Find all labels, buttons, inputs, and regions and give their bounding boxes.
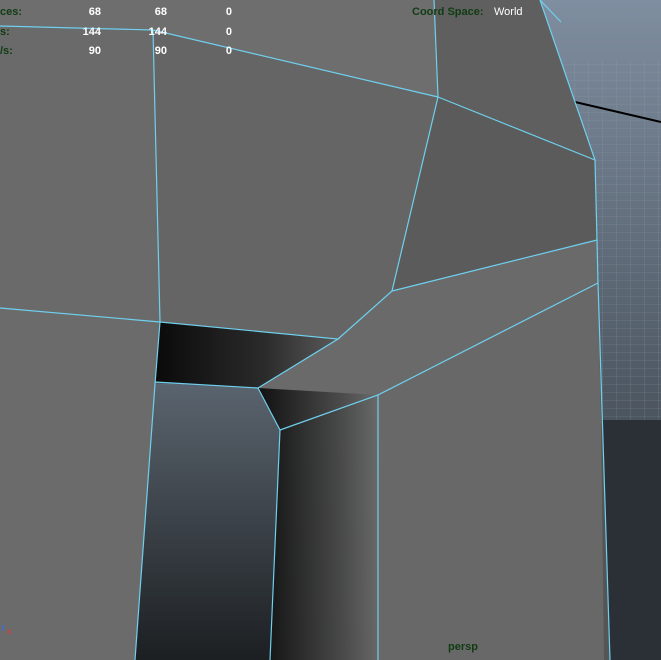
hud-stat-value: 144	[148, 26, 167, 38]
coord-space-label: Coord Space:	[412, 6, 484, 18]
hud-stat-value: 0	[225, 45, 232, 57]
face-lower-left-gap	[135, 384, 280, 660]
axis-z-label: z	[1, 623, 5, 632]
face-left-lower	[0, 308, 160, 660]
maya-perspective-viewport[interactable]: ces: 68 68 0 s: 144 144 0 /s: 90 90 0 Co…	[0, 0, 661, 660]
hud-stat-label: /s:	[0, 45, 13, 57]
coord-space-value: World	[494, 6, 523, 18]
hud-stat-value: 144	[82, 26, 101, 38]
hud-stat-value: 90	[88, 45, 101, 57]
hud-stat-value: 68	[88, 6, 101, 18]
camera-name-label: persp	[448, 641, 478, 653]
view-axis-icon: z x	[1, 623, 11, 636]
mesh-scene[interactable]	[0, 0, 661, 660]
hud-stat-label: ces:	[0, 6, 23, 18]
axis-x-label: x	[7, 627, 11, 636]
hud-stat-value: 90	[154, 45, 167, 57]
hud-stat-value: 0	[225, 26, 232, 38]
hud-stat-value: 68	[154, 6, 167, 18]
hud-stat-value: 0	[225, 6, 232, 18]
hud-stat-label: s:	[0, 26, 10, 38]
